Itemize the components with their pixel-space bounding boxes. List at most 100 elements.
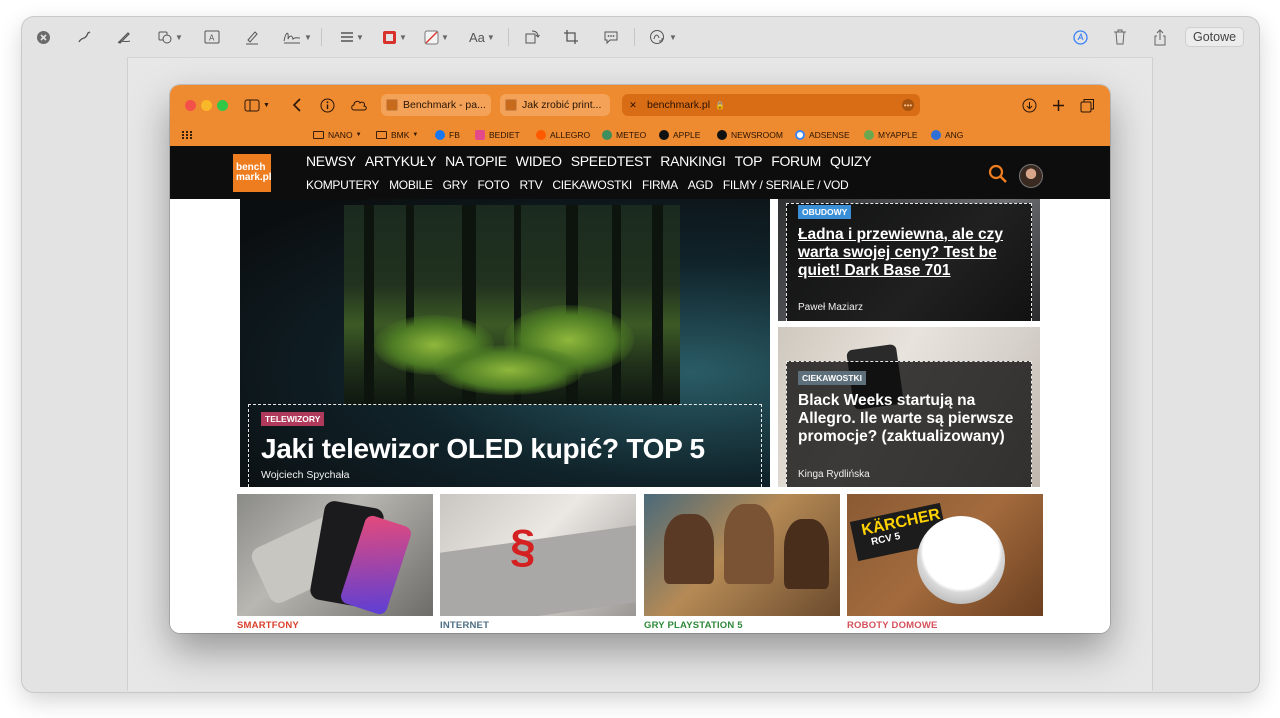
draw-icon[interactable] [116, 27, 132, 47]
annotate-icon[interactable] [603, 27, 619, 47]
nav-item[interactable]: FILMY / SERIALE / VOD [723, 178, 849, 192]
nav-item[interactable]: MOBILE [389, 178, 433, 192]
more-icon[interactable]: ••• [902, 99, 914, 111]
nav-item[interactable]: RANKINGI [660, 153, 726, 169]
nav-item[interactable]: RTV [519, 178, 542, 192]
side-article-title[interactable]: Black Weeks startują na Allegro. Ile war… [798, 392, 1028, 446]
bookmarks-bar: NANO ▼ BMK ▼ FB BEDIET ALLEGRO METEO APPLE… [170, 127, 1110, 143]
done-button[interactable]: Gotowe [1185, 27, 1245, 47]
tab-overview-icon[interactable] [1080, 95, 1095, 115]
nav-item[interactable]: KOMPUTERY [306, 178, 379, 192]
nav-item[interactable]: FIRMA [642, 178, 678, 192]
toolbar-separator [508, 28, 509, 46]
bookmark-nano[interactable]: NANO ▼ [313, 127, 362, 143]
search-icon[interactable] [988, 164, 1008, 189]
bookmark-allegro[interactable]: ALLEGRO [536, 127, 590, 143]
category-label[interactable]: GRY PLAYSTATION 5 [644, 620, 743, 631]
sidebar-icon[interactable]: ▼ [244, 95, 270, 115]
nav-item[interactable]: AGD [688, 178, 713, 192]
text-style-label: Aa [469, 29, 485, 45]
nav-item[interactable]: SPEEDTEST [571, 153, 652, 169]
bookmark-meteo[interactable]: METEO [602, 127, 646, 143]
thumbnail-smartfony[interactable] [237, 494, 433, 616]
hero-article[interactable]: TELEWIZORY Jaki telewizor OLED kupić? TO… [240, 199, 770, 487]
primary-nav: NEWSY ARTYKUŁY NA TOPIE WIDEO SPEEDTEST … [306, 153, 880, 169]
ang-icon [931, 130, 941, 140]
nav-item[interactable]: GRY [443, 178, 468, 192]
bookmark-fb[interactable]: FB [435, 127, 460, 143]
favicon-icon [386, 99, 398, 111]
crop-icon[interactable] [563, 27, 579, 47]
window-minimize-button[interactable] [201, 100, 212, 111]
bookmarks-grid-icon[interactable] [182, 127, 192, 143]
bookmark-label: APPLE [673, 130, 701, 140]
bookmark-label: NEWSROOM [731, 130, 783, 140]
bookmark-apple[interactable]: APPLE [659, 127, 700, 143]
nav-item[interactable]: TOP [735, 153, 763, 169]
nav-item[interactable]: CIEKAWOSTKI [552, 178, 632, 192]
side-article-obudowy[interactable]: OBUDOWY Ładna i przewiewna, ale czy wart… [778, 199, 1040, 321]
thumbnail-internet[interactable]: § [440, 494, 636, 616]
nav-item[interactable]: FOTO [478, 178, 510, 192]
site-logo[interactable]: bench mark.pl [233, 154, 272, 192]
folder-icon [376, 131, 387, 139]
tab-jak-zrobic[interactable]: Jak zrobić print... [500, 94, 610, 116]
category-label[interactable]: SMARTFONY [237, 620, 299, 631]
category-label[interactable]: ROBOTY DOMOWE [847, 620, 938, 631]
category-badge[interactable]: TELEWIZORY [261, 412, 325, 426]
tab-benchmark[interactable]: Benchmark - pa... [381, 94, 491, 116]
accessibility-icon[interactable]: ▼ [649, 27, 677, 47]
icloud-icon[interactable] [350, 95, 368, 115]
nav-item[interactable]: NEWSY [306, 153, 356, 169]
nav-item[interactable]: ARTYKUŁY [365, 153, 437, 169]
category-label[interactable]: INTERNET [440, 620, 489, 631]
text-box-icon[interactable]: A [204, 27, 220, 47]
sign-icon[interactable]: ▼ [282, 27, 312, 47]
thumbnail-gry-ps5[interactable] [644, 494, 840, 616]
bookmark-newsroom[interactable]: NEWSROOM [717, 127, 783, 143]
tab-close-icon[interactable]: ✕ [627, 99, 639, 111]
category-badge[interactable]: CIEKAWOSTKI [798, 371, 866, 385]
toolbar-separator [634, 28, 635, 46]
bookmark-adsense[interactable]: ADSENSE [795, 127, 850, 143]
border-color-icon[interactable]: ▼ [382, 27, 407, 47]
bookmark-myapple[interactable]: MYAPPLE [864, 127, 918, 143]
shape-style-icon[interactable]: ▼ [340, 27, 364, 47]
new-tab-icon[interactable] [1052, 95, 1065, 115]
bookmark-bmk[interactable]: BMK ▼ [376, 127, 418, 143]
back-icon[interactable] [292, 95, 302, 115]
close-icon[interactable] [36, 27, 51, 47]
address-bar-url[interactable]: benchmark.pl [647, 99, 710, 111]
text-style-icon[interactable]: Aa ▼ [469, 27, 495, 47]
fill-color-icon[interactable]: ▼ [424, 27, 449, 47]
downloads-icon[interactable] [1022, 95, 1037, 115]
share-icon[interactable] [1153, 27, 1167, 47]
side-article-author[interactable]: Kinga Rydlińska [798, 469, 870, 480]
hero-image [344, 205, 680, 405]
info-icon[interactable] [320, 95, 335, 115]
shapes-icon[interactable]: ▼ [157, 27, 183, 47]
hero-author[interactable]: Wojciech Spychała [261, 469, 350, 481]
tab-benchmark-active[interactable]: ✕ benchmark.pl 🔒 ••• [622, 94, 920, 116]
sketch-icon[interactable] [77, 27, 93, 47]
rotate-icon[interactable] [524, 27, 540, 47]
hero-title[interactable]: Jaki telewizor OLED kupić? TOP 5 [261, 433, 705, 465]
side-article-ciekawostki[interactable]: CIEKAWOSTKI Black Weeks startują na Alle… [778, 327, 1040, 487]
bookmark-bediet[interactable]: BEDIET [475, 127, 520, 143]
trash-icon[interactable] [1113, 27, 1127, 47]
markup-icon[interactable] [1073, 27, 1088, 47]
window-zoom-button[interactable] [217, 100, 228, 111]
nav-item[interactable]: FORUM [771, 153, 821, 169]
avatar[interactable] [1019, 164, 1043, 188]
nav-item[interactable]: QUIZY [830, 153, 872, 169]
side-article-title[interactable]: Ładna i przewiewna, ale czy warta swojej… [798, 226, 1028, 280]
apple-icon [717, 130, 727, 140]
thumbnail-roboty[interactable]: KÄRCHER RCV 5 [847, 494, 1043, 616]
nav-item[interactable]: WIDEO [516, 153, 562, 169]
window-close-button[interactable] [185, 100, 196, 111]
bookmark-ang[interactable]: ANG [931, 127, 963, 143]
side-article-author[interactable]: Paweł Maziarz [798, 302, 863, 313]
category-badge[interactable]: OBUDOWY [798, 205, 852, 219]
nav-item[interactable]: NA TOPIE [445, 153, 507, 169]
highlight-icon[interactable] [244, 27, 260, 47]
